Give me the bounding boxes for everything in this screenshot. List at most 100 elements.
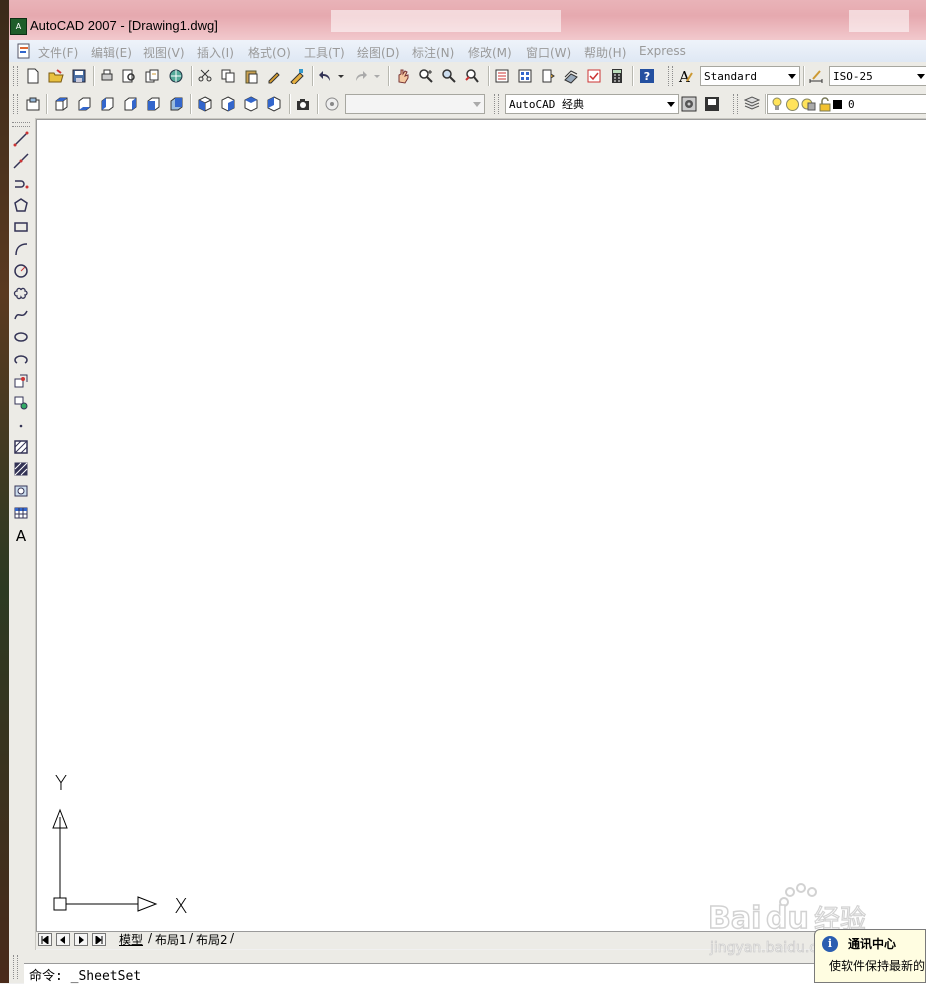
workspace-save-icon[interactable] [702,94,722,114]
point-icon[interactable] [11,415,31,435]
match-properties-icon[interactable] [264,66,284,86]
rectangle-icon[interactable] [11,217,31,237]
plot-preview-icon[interactable] [119,66,139,86]
publish-icon[interactable] [142,66,162,86]
left-view-icon[interactable] [97,94,117,114]
zoom-window-icon[interactable] [439,66,459,86]
quickcalc-icon[interactable] [607,66,627,86]
ellipse-icon[interactable] [11,327,31,347]
last-tab-icon[interactable] [92,933,106,946]
new-file-icon[interactable] [23,66,43,86]
redo-dropdown-icon[interactable] [372,66,382,86]
workspace-settings-icon[interactable] [679,94,699,114]
toolbar-grip[interactable] [733,94,738,114]
dimension-style-icon[interactable] [806,66,826,86]
tool-palettes-icon[interactable] [538,66,558,86]
menu-view[interactable]: 视图(V) [143,44,185,61]
next-tab-icon[interactable] [74,933,88,946]
layer-select[interactable]: 0 [767,94,926,114]
insert-block-icon[interactable] [11,371,31,391]
3d-dwf-icon[interactable] [166,66,186,86]
top-view-icon[interactable] [51,94,71,114]
workspace-select[interactable]: AutoCAD 经典 [505,94,679,114]
paste-icon[interactable] [241,66,261,86]
sw-isometric-icon[interactable] [195,94,215,114]
toolbar-grip[interactable] [13,94,18,114]
view-manager-icon[interactable] [322,94,342,114]
sheet-set-manager-icon[interactable] [561,66,581,86]
menu-express[interactable]: Express [639,44,686,58]
copy-icon[interactable] [218,66,238,86]
toolbar-grip[interactable] [13,66,18,86]
menu-file[interactable]: 文件(F) [38,44,78,61]
hatch-icon[interactable] [11,437,31,457]
balloon-link[interactable] [829,975,926,983]
layer-properties-icon[interactable] [742,94,762,114]
table-icon[interactable] [11,503,31,523]
menu-help[interactable]: 帮助(H) [584,44,626,61]
toolbar-grip[interactable] [494,94,499,114]
design-center-icon[interactable] [515,66,535,86]
right-view-icon[interactable] [120,94,140,114]
menu-window[interactable]: 窗口(W) [526,44,571,61]
named-views-icon[interactable] [23,94,43,114]
zoom-previous-icon[interactable] [462,66,482,86]
zoom-realtime-icon[interactable] [416,66,436,86]
arc-icon[interactable] [11,239,31,259]
nw-isometric-icon[interactable] [264,94,284,114]
document-menu-icon[interactable] [16,43,32,59]
menu-insert[interactable]: 插入(I) [197,44,234,61]
revision-cloud-icon[interactable] [11,283,31,303]
save-icon[interactable] [69,66,89,86]
menu-edit[interactable]: 编辑(E) [91,44,132,61]
cut-icon[interactable] [195,66,215,86]
ellipse-arc-icon[interactable] [11,349,31,369]
svg-text:du: du [766,901,809,936]
toolbar-grip[interactable] [12,122,30,127]
text-style-icon[interactable]: A [676,66,696,86]
menu-draw[interactable]: 绘图(D) [357,44,400,61]
tab-layout2[interactable]: 布局2 [196,931,228,948]
command-grip[interactable] [13,955,18,979]
menu-tools[interactable]: 工具(T) [304,44,345,61]
back-view-icon[interactable] [166,94,186,114]
se-isometric-icon[interactable] [218,94,238,114]
tab-layout1[interactable]: 布局1 [155,931,187,948]
previous-tab-icon[interactable] [56,933,70,946]
dimension-style-select[interactable]: ISO-25 [829,66,926,86]
line-icon[interactable] [11,129,31,149]
circle-icon[interactable] [11,261,31,281]
autocad-app-icon[interactable]: A [10,18,27,35]
pan-icon[interactable] [393,66,413,86]
make-block-icon[interactable] [11,393,31,413]
multiline-text-icon[interactable]: A [11,525,31,545]
command-line[interactable] [24,963,926,984]
first-tab-icon[interactable] [38,933,52,946]
block-editor-icon[interactable] [287,66,307,86]
toolbar-grip[interactable] [668,66,673,86]
help-icon[interactable]: ? [637,66,657,86]
redo-icon[interactable] [350,66,370,86]
menu-dimension[interactable]: 标注(N) [412,44,454,61]
undo-icon[interactable] [316,66,336,86]
tab-model[interactable]: 模型 [119,931,143,948]
bottom-view-icon[interactable] [74,94,94,114]
menu-modify[interactable]: 修改(M) [468,44,512,61]
region-icon[interactable] [11,481,31,501]
view-select[interactable] [345,94,485,114]
properties-icon[interactable] [492,66,512,86]
text-style-select[interactable]: Standard [700,66,800,86]
open-file-icon[interactable] [46,66,66,86]
spline-icon[interactable] [11,305,31,325]
camera-icon[interactable] [293,94,313,114]
polyline-icon[interactable] [11,173,31,193]
polygon-icon[interactable] [11,195,31,215]
plot-icon[interactable] [97,66,117,86]
front-view-icon[interactable] [143,94,163,114]
menu-format[interactable]: 格式(O) [248,44,291,61]
undo-dropdown-icon[interactable] [336,66,346,86]
gradient-icon[interactable] [11,459,31,479]
construction-line-icon[interactable] [11,151,31,171]
ne-isometric-icon[interactable] [241,94,261,114]
markup-set-manager-icon[interactable] [584,66,604,86]
